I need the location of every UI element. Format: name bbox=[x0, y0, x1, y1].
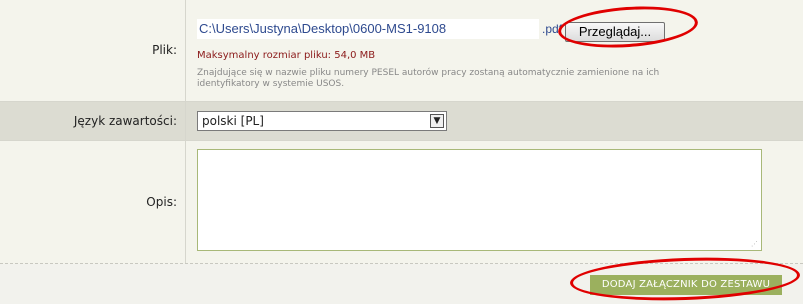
language-value-cell: polski [PL] ▼ bbox=[187, 102, 803, 140]
language-label: Język zawartości: bbox=[0, 102, 186, 140]
dropdown-arrow-icon[interactable]: ▼ bbox=[430, 114, 444, 128]
language-selected-value: polski [PL] bbox=[202, 114, 264, 128]
pesel-hint-line1: Znajdujące się w nazwie pliku numery PES… bbox=[197, 68, 660, 78]
description-textarea[interactable]: ⋰ bbox=[197, 149, 762, 251]
resize-grip-icon[interactable]: ⋰ bbox=[751, 240, 759, 248]
file-value-cell: C:\Users\Justyna\Desktop\0600-MS1-9108 .… bbox=[187, 0, 803, 101]
pesel-hint: Znajdujące się w nazwie pliku numery PES… bbox=[197, 68, 757, 90]
description-value-cell: ⋰ bbox=[187, 141, 803, 263]
description-row: Opis: ⋰ bbox=[0, 141, 803, 264]
file-path-input[interactable]: C:\Users\Justyna\Desktop\0600-MS1-9108 bbox=[197, 19, 539, 39]
description-label: Opis: bbox=[0, 141, 186, 263]
attachment-form: Plik: C:\Users\Justyna\Desktop\0600-MS1-… bbox=[0, 0, 803, 304]
file-label: Plik: bbox=[0, 0, 186, 101]
max-file-size-text: Maksymalny rozmiar pliku: 54,0 MB bbox=[197, 50, 376, 61]
language-select[interactable]: polski [PL] ▼ bbox=[197, 111, 447, 131]
pesel-hint-line2: identyfikatory w systemie USOS. bbox=[197, 79, 345, 89]
language-row: Język zawartości: polski [PL] ▼ bbox=[0, 102, 803, 141]
